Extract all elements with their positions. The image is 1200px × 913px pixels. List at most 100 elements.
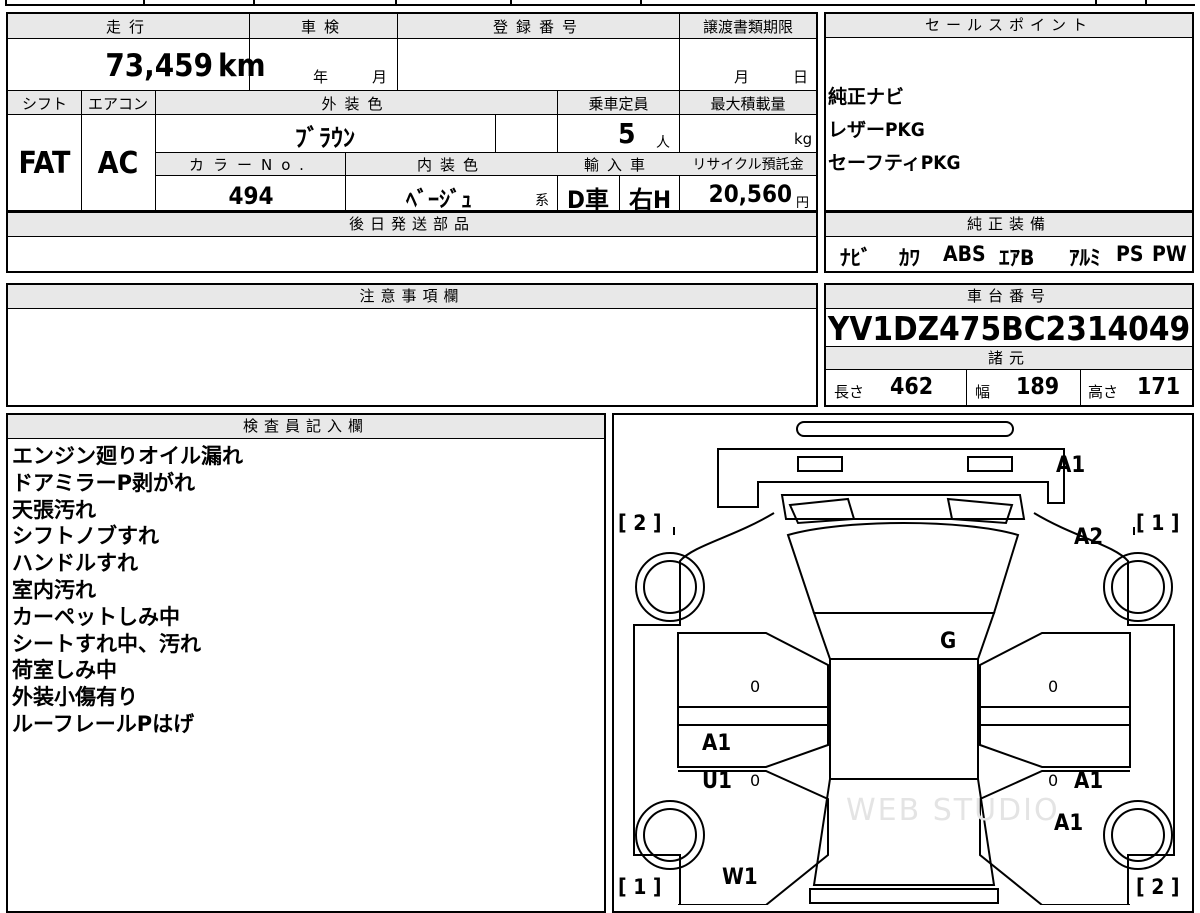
remark-line: 外装小傷有り <box>12 685 138 710</box>
sales-points-header: セールスポイント <box>826 14 1192 38</box>
color-no-value: 494 <box>228 182 274 210</box>
interior-color-value: ﾍﾞｰｼﾞｭ <box>405 188 472 213</box>
remark-line: 天張汚れ <box>12 497 96 522</box>
interior-color-header: 内装色 <box>416 156 486 174</box>
sales-point-item: セーフティPKG <box>828 152 961 174</box>
import-header: 輸入車 <box>583 156 653 174</box>
body-right-outline <box>1033 512 1175 905</box>
registration-header: 登録番号 <box>492 18 585 36</box>
mark-right-zero: 0 <box>1048 771 1059 790</box>
wheel-top-left <box>635 552 705 622</box>
color-no-header: カラーNo. <box>189 156 313 174</box>
mark-right-front-fender: A1 <box>1054 811 1084 836</box>
wheel-top-right <box>1103 552 1173 622</box>
rear-bumper-outline <box>796 421 1014 437</box>
remark-line: シフトノブすれ <box>12 524 159 549</box>
spec-grid: 走行 車検 登録番号 譲渡書類期限 73,459 km 年 月 月 日 シフト … <box>6 12 818 214</box>
tire-label-top-right: [ 1 ] <box>1136 511 1180 535</box>
aircon-value: AC <box>97 146 139 181</box>
mark-right-zero: 0 <box>1048 677 1059 696</box>
width-label: 幅 <box>975 383 991 401</box>
mark-windshield: W1 <box>722 865 758 890</box>
length-label: 長さ <box>834 383 865 401</box>
genuine-equipment-box: 純正装備 ﾅﾋﾞ ｶﾜ ABS ｴｱB ｱﾙﾐ PS PW <box>824 211 1194 273</box>
car-diagram <box>633 421 1175 905</box>
roof-outline <box>786 522 1020 614</box>
mark-left-rear-door-a: A1 <box>702 731 732 756</box>
exterior-color-header: 外装色 <box>321 95 391 113</box>
height-label: 高さ <box>1088 383 1119 401</box>
transfer-month: 月 <box>734 68 750 86</box>
right-front-door <box>979 770 1130 905</box>
max-load-unit: kg <box>794 130 813 148</box>
dims-header: 諸元 <box>826 346 1192 370</box>
remark-line: ハンドルすれ <box>12 551 138 576</box>
shaken-year: 年 <box>313 68 329 86</box>
transfer-deadline-header: 譲渡書類期限 <box>702 18 793 36</box>
equipment-item: ｴｱB <box>999 246 1035 270</box>
sales-point-item: 純正ナビ <box>828 86 905 108</box>
inspector-header: 検査員記入欄 <box>8 415 604 439</box>
remark-line: カーペットしみ中 <box>12 604 180 629</box>
equipment-item: ｱﾙﾐ <box>1069 246 1101 270</box>
shaken-header: 車検 <box>300 18 347 36</box>
rear-glass-outline <box>780 494 1026 520</box>
mark-glass: G <box>940 629 957 654</box>
body-left-outline <box>633 512 775 905</box>
shaken-month: 月 <box>372 68 388 86</box>
capacity-unit: 人 <box>656 135 670 151</box>
notes-header: 注意事項欄 <box>8 285 816 309</box>
recycle-value: 20,560 <box>708 180 792 208</box>
mileage-header: 走行 <box>105 18 152 36</box>
later-parts-box: 後日発送部品 <box>6 211 818 273</box>
mark-right-rear-fender: A2 <box>1074 525 1104 550</box>
mark-left-zero: 0 <box>750 771 761 790</box>
remark-line: シートすれ中、汚れ <box>12 631 201 656</box>
remark-line: 荷室しみ中 <box>12 658 117 683</box>
import-handle: 右H <box>628 186 672 214</box>
tire-label-bottom-right: [ 2 ] <box>1136 875 1180 899</box>
equipment-item: ｶﾜ <box>899 246 920 270</box>
chassis-number: YV1DZ475BC2314049 <box>827 309 1191 348</box>
mileage-unit: km <box>218 48 266 84</box>
inspector-remarks: エンジン廻りオイル漏れ ドアミラーP剥がれ 天張汚れ シフトノブすれ ハンドルす… <box>12 443 243 738</box>
max-load-header: 最大積載量 <box>710 95 786 113</box>
remark-line: ドアミラーP剥がれ <box>12 470 195 495</box>
shift-header: シフト <box>21 95 67 113</box>
inspector-box: 検査員記入欄 エンジン廻りオイル漏れ ドアミラーP剥がれ 天張汚れ シフトノブす… <box>6 413 606 913</box>
genuine-equipment-header: 純正装備 <box>826 213 1192 237</box>
tire-label-bottom-left: [ 1 ] <box>618 875 662 899</box>
capacity-header: 乗車定員 <box>588 95 649 113</box>
transfer-day: 日 <box>793 68 809 86</box>
equipment-item: PS <box>1116 242 1144 266</box>
tail-light-right <box>967 456 1013 472</box>
notes-box: 注意事項欄 <box>6 283 818 407</box>
shift-value: FAT <box>18 146 71 181</box>
sales-points-box: セールスポイント 純正ナビ レザーPKG セーフティPKG <box>824 12 1194 212</box>
length-value: 462 <box>890 374 934 400</box>
chassis-header: 車台番号 <box>826 285 1192 309</box>
chassis-box: 車台番号 YV1DZ475BC2314049 諸元 長さ 462 幅 189 高… <box>824 283 1194 407</box>
equipment-item: ﾅﾋﾞ <box>840 246 872 270</box>
tail-light-left <box>797 456 843 472</box>
cabin-outline <box>812 612 996 660</box>
height-value: 171 <box>1137 374 1181 400</box>
top-strip <box>5 0 1195 6</box>
tire-label-top-left: [ 2 ] <box>618 511 662 535</box>
recycle-header: リサイクル預託金 <box>692 157 804 173</box>
floor-outline <box>829 658 979 780</box>
car-diagram-box: WEB STUDIO A1 A2 G A1 U1 A1 A1 W1 0 0 0 … <box>612 413 1194 913</box>
later-parts-header: 後日発送部品 <box>8 213 816 237</box>
mark-left-zero: 0 <box>750 677 761 696</box>
diagram-watermark: WEB STUDIO <box>846 793 1060 828</box>
remark-line: 室内汚れ <box>12 577 96 602</box>
remark-line: エンジン廻りオイル漏れ <box>12 444 243 468</box>
mark-right-door: A1 <box>1074 769 1104 794</box>
capacity-value: 5 <box>618 117 636 150</box>
mark-left-rear-door-u: U1 <box>702 769 732 794</box>
aircon-header: エアコン <box>87 95 148 113</box>
recycle-unit: 円 <box>796 196 810 211</box>
equipment-item: PW <box>1152 242 1187 266</box>
interior-color-suffix: 系 <box>535 193 549 209</box>
equipment-item: ABS <box>943 242 986 266</box>
